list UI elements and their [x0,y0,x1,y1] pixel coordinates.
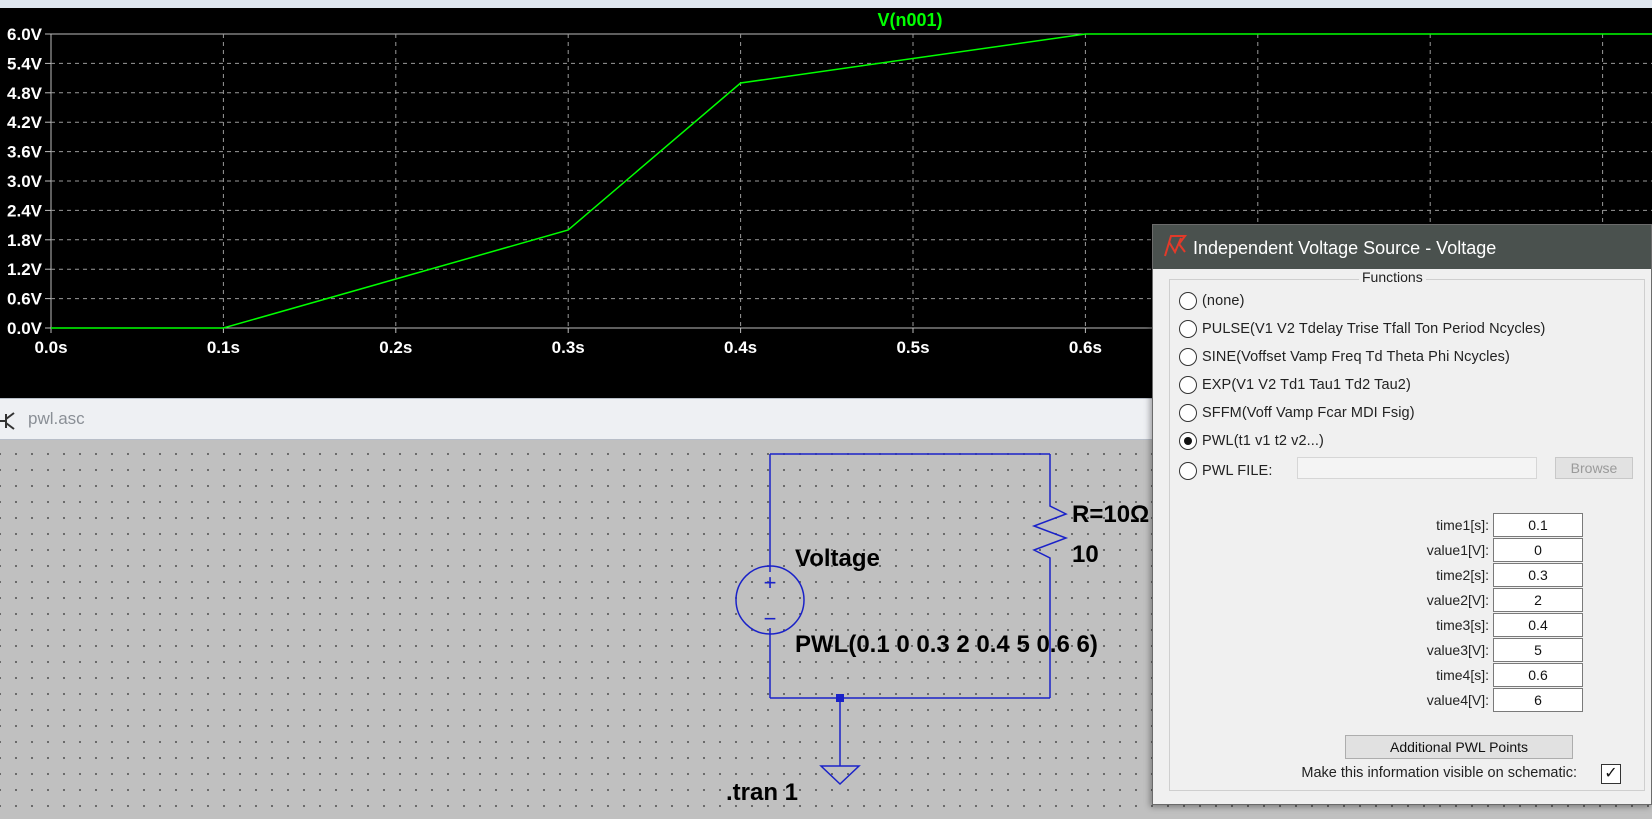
visible-on-schematic-label: Make this information visible on schemat… [1301,765,1577,781]
value3-input[interactable]: 5 [1493,638,1583,662]
source-value-label[interactable]: PWL(0.1 0 0.3 2 0.4 5 0.6 6) [795,631,1098,658]
voltage-source-symbol[interactable]: + − [735,565,805,635]
source-plus-sign: + [764,570,777,595]
y-tick-label: 4.8V [7,84,43,103]
radio-label: PULSE(V1 V2 Tdelay Trise Tfall Ton Perio… [1202,321,1546,337]
voltage-source-dialog[interactable]: Independent Voltage Source - Voltage Fun… [1152,224,1652,805]
radio-label: PWL FILE: [1202,463,1273,479]
radio-label: PWL(t1 v1 t2 v2...) [1202,433,1324,449]
y-tick-label: 3.0V [7,172,43,191]
y-tick-label: 1.8V [7,231,43,250]
param-label: value4[V]: [1426,692,1489,708]
plot-trace-title[interactable]: V(n001) [877,10,942,30]
additional-pwl-points-button[interactable]: Additional PWL Points [1345,735,1573,759]
param-row-value1: value1[V]: 0 [1333,538,1583,562]
ground-symbol[interactable] [819,765,861,786]
radio-sine[interactable]: SINE(Voffset Vamp Freq Td Theta Phi Ncyc… [1179,346,1510,368]
tran-directive[interactable]: .tran 1 [726,779,798,806]
dialog-titlebar[interactable]: Independent Voltage Source - Voltage [1153,225,1651,269]
value4-input[interactable]: 6 [1493,688,1583,712]
y-tick-label: 4.2V [7,113,43,132]
x-tick-label: 0.0s [34,338,67,357]
source-minus-sign: − [764,606,777,631]
radio-pulse[interactable]: PULSE(V1 V2 Tdelay Trise Tfall Ton Perio… [1179,318,1545,340]
time3-input[interactable]: 0.4 [1493,613,1583,637]
x-tick-label: 0.1s [207,338,240,357]
value1-input[interactable]: 0 [1493,538,1583,562]
radio-label: (none) [1202,293,1245,309]
param-label: time2[s]: [1436,567,1489,583]
param-row-value3: value3[V]: 5 [1333,638,1583,662]
radio-pwl[interactable]: PWL(t1 v1 t2 v2...) [1179,430,1324,452]
functions-legend: Functions [1359,269,1426,285]
schematic-tab-title[interactable]: pwl.asc [28,409,85,429]
x-tick-label: 0.3s [552,338,585,357]
x-tick-label: 0.4s [724,338,757,357]
dialog-title: Independent Voltage Source - Voltage [1193,238,1497,258]
resistor-symbol[interactable] [1031,498,1069,564]
browse-button[interactable]: Browse [1555,457,1633,479]
radio-label: SINE(Voffset Vamp Freq Td Theta Phi Ncyc… [1202,349,1510,365]
ground-node-marker[interactable] [836,694,844,702]
radio-exp[interactable]: EXP(V1 V2 Td1 Tau1 Td2 Tau2) [1179,374,1411,396]
y-tick-label: 0.0V [7,319,43,338]
param-row-time1: time1[s]: 0.1 [1333,513,1583,537]
source-name-label[interactable]: Voltage [795,545,880,572]
radio-button[interactable] [1179,320,1197,338]
y-tick-label: 3.6V [7,143,43,162]
radio-button[interactable] [1179,348,1197,366]
y-tick-label: 1.2V [7,260,43,279]
resistor-name-label[interactable]: R=10Ω [1072,501,1149,528]
time2-input[interactable]: 0.3 [1493,563,1583,587]
x-tick-label: 0.5s [896,338,929,357]
param-row-time4: time4[s]: 0.6 [1333,663,1583,687]
time1-input[interactable]: 0.1 [1493,513,1583,537]
param-label: time4[s]: [1436,667,1489,683]
param-label: value3[V]: [1426,642,1489,658]
param-row-time3: time3[s]: 0.4 [1333,613,1583,637]
param-label: time1[s]: [1436,517,1489,533]
radio-sffm[interactable]: SFFM(Voff Vamp Fcar MDI Fsig) [1179,402,1415,424]
y-tick-label: 0.6V [7,290,43,309]
pwl-file-input[interactable] [1297,457,1537,479]
y-tick-label: 6.0V [7,25,43,44]
radio-label: EXP(V1 V2 Td1 Tau1 Td2 Tau2) [1202,377,1411,393]
radio-pwl-file[interactable]: PWL FILE: [1179,460,1272,482]
param-row-value2: value2[V]: 2 [1333,588,1583,612]
time4-input[interactable]: 0.6 [1493,663,1583,687]
param-label: time3[s]: [1436,617,1489,633]
param-row-value4: value4[V]: 6 [1333,688,1583,712]
radio-label: SFFM(Voff Vamp Fcar MDI Fsig) [1202,405,1415,421]
y-tick-label: 2.4V [7,201,43,220]
schematic-icon [0,412,15,430]
param-label: value2[V]: [1426,592,1489,608]
param-label: value1[V]: [1426,542,1489,558]
radio-button[interactable] [1179,292,1197,310]
radio-button[interactable] [1179,376,1197,394]
y-tick-label: 5.4V [7,54,43,73]
schematic-wires[interactable] [769,453,1051,766]
radio-button[interactable] [1179,462,1197,480]
x-tick-label: 0.6s [1069,338,1102,357]
ltspice-logo-icon [1164,235,1187,257]
resistor-value-label[interactable]: 10 [1072,541,1099,568]
visible-on-schematic-checkbox[interactable]: ✓ [1601,764,1621,784]
param-row-time2: time2[s]: 0.3 [1333,563,1583,587]
value2-input[interactable]: 2 [1493,588,1583,612]
radio-none[interactable]: (none) [1179,290,1245,312]
x-tick-label: 0.2s [379,338,412,357]
radio-button-selected[interactable] [1179,432,1197,450]
radio-button[interactable] [1179,404,1197,422]
